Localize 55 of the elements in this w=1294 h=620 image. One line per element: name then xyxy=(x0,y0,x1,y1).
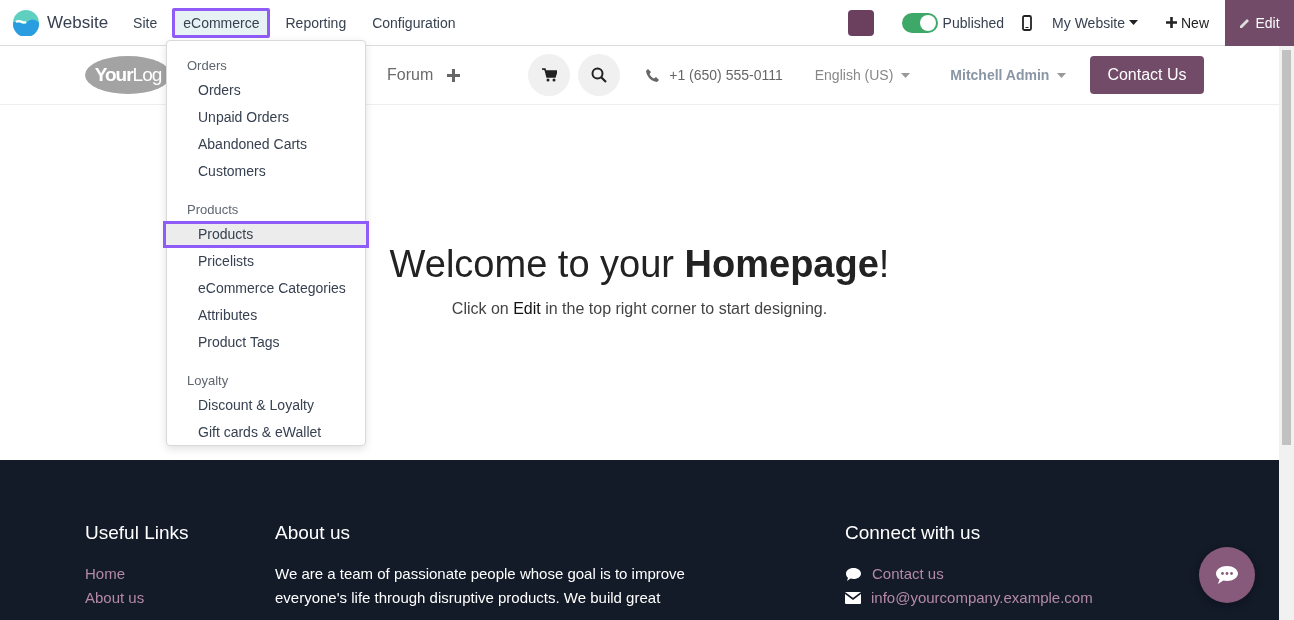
footer-heading: Connect with us xyxy=(845,522,982,544)
scrollbar[interactable] xyxy=(1279,46,1294,620)
hero-title: Welcome to your Homepage! xyxy=(389,243,890,286)
new-button[interactable]: New xyxy=(1160,13,1215,32)
section-heading: Loyalty xyxy=(186,372,230,390)
nav-link[interactable]: Forum xyxy=(387,66,434,84)
language-dropdown[interactable]: English (US) xyxy=(814,67,911,83)
menu-item[interactable]: Site xyxy=(122,7,169,38)
about-text: We are a team of passionate people whose goal is to improve everyone's life through disruptive products. We build great xyxy=(275,564,686,608)
phone-icon xyxy=(646,68,660,82)
menu-item[interactable]: Reporting xyxy=(274,7,358,38)
menu-entry[interactable]: Attributes xyxy=(163,302,369,329)
cart-icon xyxy=(541,68,557,82)
cart-button[interactable] xyxy=(528,54,571,96)
avatar[interactable] xyxy=(847,9,874,36)
pencil-icon xyxy=(1239,17,1252,29)
website-dropdown[interactable]: My Website xyxy=(1052,14,1138,31)
app-logo-icon xyxy=(13,9,39,36)
caret-icon xyxy=(1057,72,1067,78)
caret-icon xyxy=(1129,20,1138,25)
speech-bubble-icon xyxy=(845,566,862,582)
menu-entry[interactable]: eCommerce Categories xyxy=(163,275,369,302)
envelope-icon xyxy=(845,592,861,604)
footer-link[interactable]: Contact us xyxy=(872,562,944,586)
mobile-phone-icon[interactable] xyxy=(1022,14,1033,31)
footer-heading: Useful Links xyxy=(85,522,190,544)
published-label: Published xyxy=(942,14,1005,31)
menu-entry[interactable]: Abandoned Carts xyxy=(163,131,369,158)
footer-link[interactable]: Home xyxy=(85,562,275,586)
edit-button[interactable]: Edit xyxy=(1225,0,1294,46)
section-heading: Orders xyxy=(186,57,228,75)
hero-subtitle: Click on Edit in the top right corner to start designing. xyxy=(451,300,828,318)
menu-entry[interactable]: Products xyxy=(163,221,369,248)
menu-item[interactable]: Configuration xyxy=(361,7,467,38)
app-name: Website xyxy=(47,12,109,33)
search-icon xyxy=(591,67,608,83)
search-button[interactable] xyxy=(578,54,621,96)
menu-item[interactable]: eCommerce xyxy=(172,7,271,38)
chat-icon xyxy=(1215,565,1239,585)
menu-entry[interactable]: Unpaid Orders xyxy=(163,104,369,131)
menu-entry[interactable]: Discount & Loyalty xyxy=(163,392,369,419)
menu-entry[interactable]: Product Tags xyxy=(163,329,369,356)
caret-icon xyxy=(901,72,911,78)
section-heading: Products xyxy=(186,201,240,219)
phone-number: +1 (650) 555-0111 xyxy=(669,67,783,83)
footer-link[interactable]: info@yourcompany.example.com xyxy=(871,586,1093,610)
menu-entry[interactable]: Customers xyxy=(163,158,369,185)
footer-heading: About us xyxy=(275,522,351,544)
plus-icon[interactable] xyxy=(447,68,461,82)
contact-us-button[interactable]: Contact Us xyxy=(1090,56,1204,94)
menu-entry[interactable]: Gift cards & eWallet xyxy=(163,419,369,446)
menu-entry[interactable]: Pricelists xyxy=(163,248,369,275)
plus-icon xyxy=(1166,17,1177,28)
publish-toggle[interactable] xyxy=(901,12,938,33)
footer-link[interactable]: About us xyxy=(85,586,275,610)
